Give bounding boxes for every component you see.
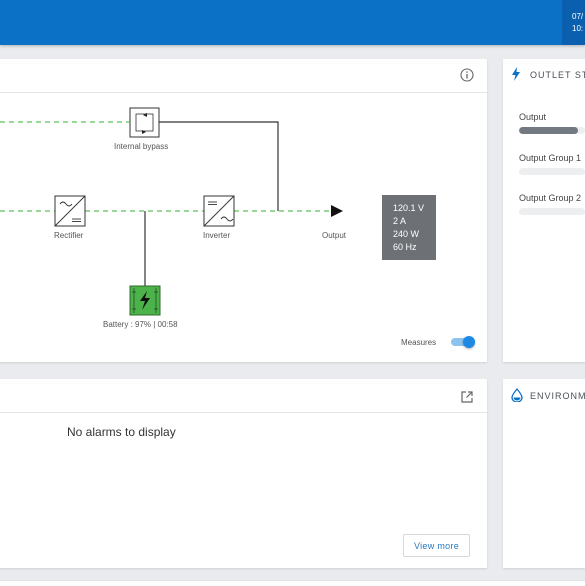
outlet-label-output: Output <box>519 112 547 122</box>
voltage-value: 120.1 V <box>393 203 425 213</box>
lightning-icon <box>512 67 520 81</box>
measures-toggle-label: Measures <box>401 338 437 347</box>
internal-bypass-symbol <box>129 107 160 138</box>
output-label: Output <box>322 231 347 240</box>
environment-title: ENVIRONME <box>530 391 585 401</box>
water-drop-icon <box>511 388 523 402</box>
environment-card <box>503 379 585 568</box>
power-value: 240 W <box>393 229 420 239</box>
battery-label: Battery : 97% | 00:58 <box>103 320 178 329</box>
time-text: 10: <box>572 24 584 33</box>
rectifier-label: Rectifier <box>54 231 84 240</box>
date-text: 07/ <box>572 12 584 21</box>
output-arrow-icon <box>331 205 343 217</box>
view-more-button[interactable]: View more <box>403 534 470 557</box>
outlet-status-title: OUTLET STA <box>530 70 585 80</box>
outlet-bar-fill <box>519 127 579 134</box>
bottom-card-edge <box>0 580 585 586</box>
alarms-card-header <box>0 379 487 413</box>
frequency-value: 60 Hz <box>393 242 417 252</box>
inverter-symbol <box>203 195 235 227</box>
outlet-bar-group-2 <box>519 208 585 215</box>
open-external-icon[interactable] <box>460 390 474 404</box>
top-header-bar: 07/ 10: <box>0 0 585 45</box>
date-time-display: 07/ 10: <box>562 0 585 45</box>
no-alarms-text: No alarms to display <box>67 425 176 439</box>
inverter-label: Inverter <box>203 231 231 240</box>
outlet-label-group-2: Output Group 2 <box>519 193 582 203</box>
toggle-knob <box>463 336 475 348</box>
current-value: 2 A <box>393 216 407 226</box>
measures-toggle[interactable] <box>451 336 475 348</box>
output-measures-box: 120.1 V 2 A 240 W 60 Hz <box>382 195 436 260</box>
outlet-bar-output <box>519 127 585 134</box>
outlet-label-group-1: Output Group 1 <box>519 153 582 163</box>
battery-symbol <box>129 285 161 316</box>
outlet-bar-group-1 <box>519 168 585 175</box>
internal-bypass-label: Internal bypass <box>114 142 169 151</box>
rectifier-symbol <box>54 195 86 227</box>
